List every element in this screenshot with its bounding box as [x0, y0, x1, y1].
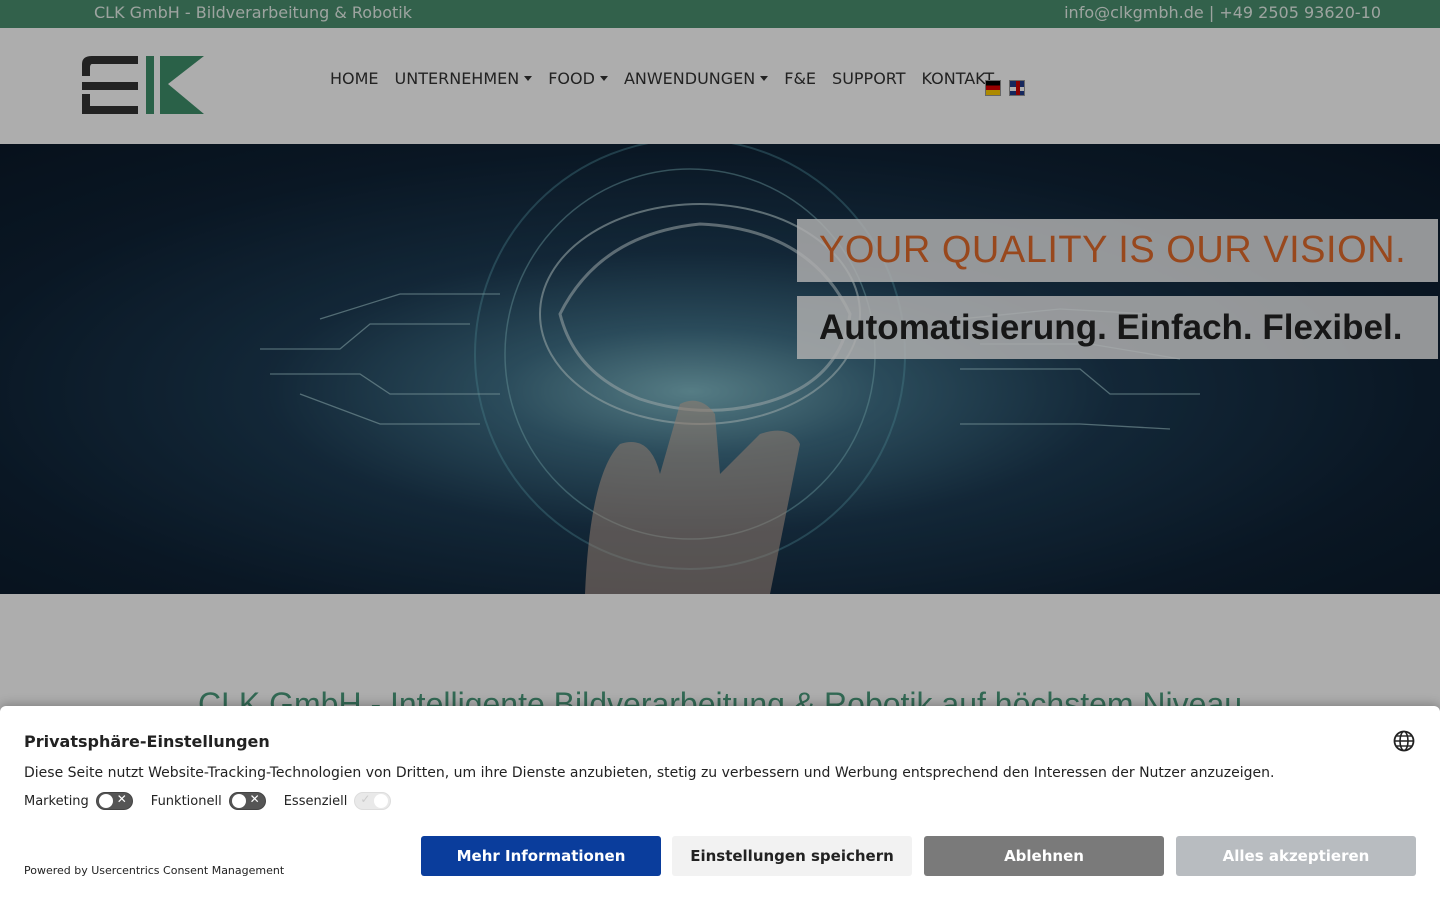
toggle-group-marketing: Marketing ✕	[24, 792, 133, 810]
consent-banner: Privatsphäre-Einstellungen Diese Seite n…	[0, 706, 1440, 900]
funktionell-toggle[interactable]: ✕	[228, 792, 266, 810]
accept-all-button[interactable]: Alles akzeptieren	[1176, 836, 1416, 876]
consent-toggles: Marketing ✕ Funktionell ✕ Essenziell ✓	[24, 792, 392, 810]
essenziell-toggle: ✓	[354, 792, 392, 810]
marketing-toggle[interactable]: ✕	[95, 792, 133, 810]
toggle-label-funktionell: Funktionell	[150, 793, 222, 809]
toggle-group-essenziell: Essenziell ✓	[284, 792, 392, 810]
save-settings-button[interactable]: Einstellungen speichern	[672, 836, 912, 876]
x-icon: ✕	[116, 792, 127, 806]
toggle-label-essenziell: Essenziell	[283, 793, 348, 809]
check-icon: ✓	[360, 792, 371, 806]
consent-title: Privatsphäre-Einstellungen	[24, 732, 270, 751]
globe-icon[interactable]	[1393, 730, 1415, 752]
powered-by-link[interactable]: Powered by Usercentrics Consent Manageme…	[24, 864, 284, 877]
deny-button[interactable]: Ablehnen	[924, 836, 1164, 876]
x-icon: ✕	[249, 792, 260, 806]
toggle-label-marketing: Marketing	[24, 793, 89, 809]
consent-description: Diese Seite nutzt Website-Tracking-Techn…	[24, 765, 1275, 781]
toggle-group-funktionell: Funktionell ✕	[151, 792, 266, 810]
more-info-button[interactable]: Mehr Informationen	[421, 836, 661, 876]
